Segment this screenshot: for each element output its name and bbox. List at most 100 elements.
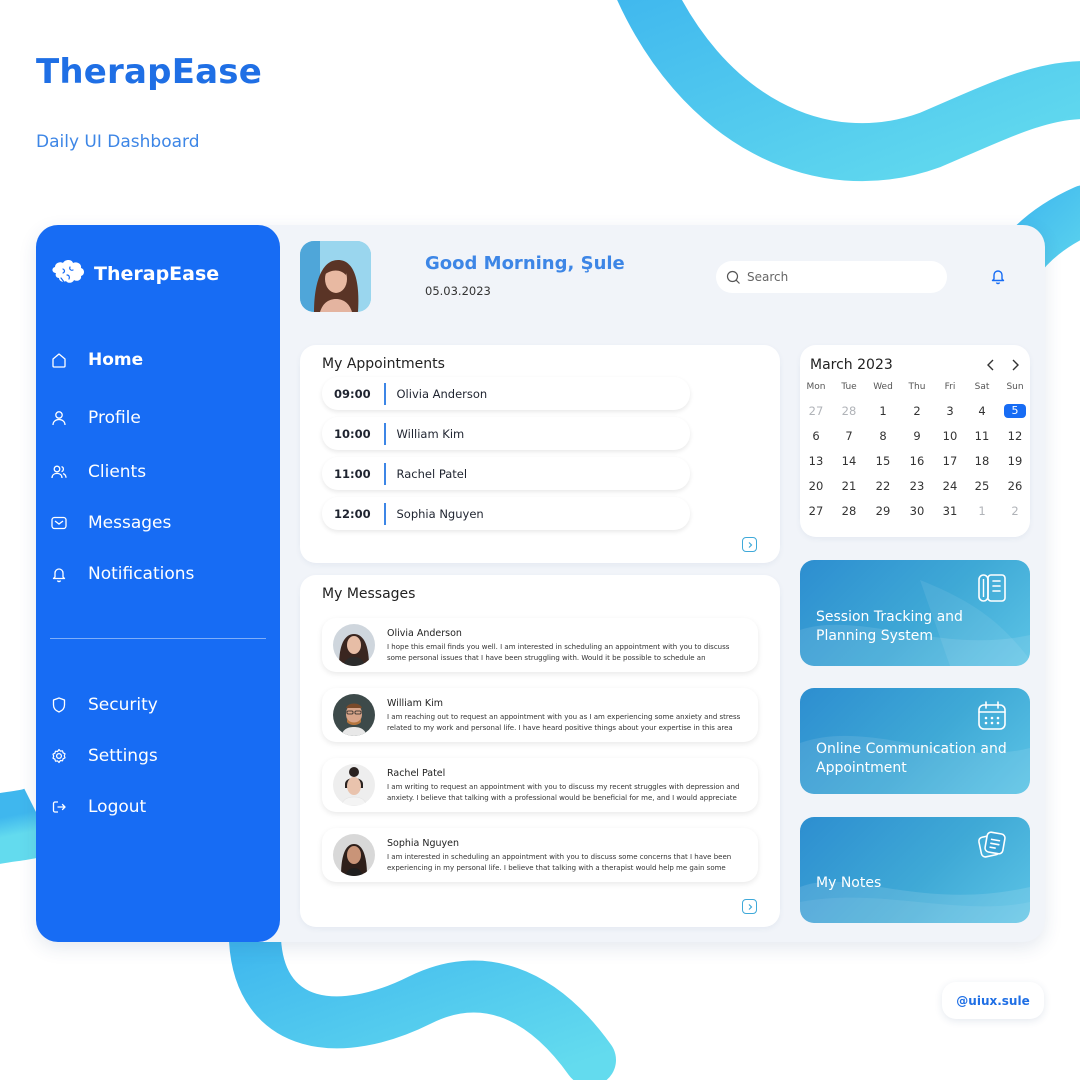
calendar-day[interactable]: 12: [1004, 429, 1026, 443]
appointments-card: My Appointments 09:00 Olivia Anderson 10…: [300, 345, 780, 563]
calendar-card: March 2023 Mon Tue Wed Thu Fri Sat Sun 27 28 1 2 3 4…: [800, 345, 1030, 537]
feature-label: Session Tracking and Planning System: [816, 609, 963, 644]
calendar-day[interactable]: 11: [971, 429, 993, 443]
greeting-title: Good Morning, Şule: [425, 253, 625, 274]
chevron-right-icon[interactable]: [1009, 358, 1021, 372]
calendar-day[interactable]: 6: [805, 429, 827, 443]
appointment-row[interactable]: 09:00 Olivia Anderson: [322, 377, 690, 410]
calendar-icon: [978, 701, 1006, 730]
calendar-day[interactable]: 19: [1004, 454, 1026, 468]
calendar-day[interactable]: 15: [872, 454, 894, 468]
calendar-day[interactable]: 18: [971, 454, 993, 468]
appointment-client: Sophia Nguyen: [396, 506, 484, 521]
calendar-weekday: Sat: [974, 382, 990, 392]
calendar-day[interactable]: 28: [838, 404, 860, 418]
appointment-row[interactable]: 10:00 William Kim: [322, 417, 690, 450]
calendar-day[interactable]: 7: [838, 429, 860, 443]
message-item[interactable]: Sophia Nguyen I am interested in schedul…: [322, 828, 758, 882]
calendar-day[interactable]: 2: [906, 404, 928, 418]
sidebar: TherapEase Home Profile Clients Messages…: [36, 225, 280, 942]
message-item[interactable]: William Kim I am reaching out to request…: [322, 688, 758, 742]
sidebar-item-notifications[interactable]: Notifications: [50, 564, 194, 584]
appointment-row[interactable]: 12:00 Sophia Nguyen: [322, 497, 690, 530]
sidebar-item-security[interactable]: Security: [50, 695, 158, 715]
sidebar-item-messages[interactable]: Messages: [50, 513, 171, 533]
message-preview: I hope this email finds you well. I am i…: [387, 643, 730, 662]
appointment-client: Rachel Patel: [396, 466, 468, 481]
calendar-day[interactable]: 14: [838, 454, 860, 468]
shield-icon: [52, 697, 66, 713]
sidebar-item-home[interactable]: Home: [50, 350, 143, 370]
calendar-day[interactable]: 13: [805, 454, 827, 468]
appointment-divider: [384, 422, 386, 445]
calendar-weekday: Fri: [944, 382, 956, 392]
messages-card: My Messages Olivia Anderson I hope this …: [300, 575, 780, 927]
appointment-divider: [384, 502, 386, 525]
calendar-day[interactable]: 27: [805, 504, 827, 518]
calendar-day[interactable]: 1: [971, 504, 993, 518]
calendar-day[interactable]: 24: [939, 479, 961, 493]
calendar-day[interactable]: 31: [939, 504, 961, 518]
sender-name: Rachel Patel: [387, 768, 446, 779]
author-credit[interactable]: @uiux.sule: [942, 982, 1044, 1019]
calendar-day[interactable]: 4: [971, 404, 993, 418]
chevron-right-icon: [748, 903, 752, 910]
sidebar-item-profile[interactable]: Profile: [50, 408, 141, 428]
calendar-day[interactable]: 27: [805, 404, 827, 418]
appointment-client: Olivia Anderson: [396, 386, 488, 401]
calendar-day-selected[interactable]: 5: [1004, 404, 1026, 418]
sidebar-item-settings[interactable]: Settings: [50, 746, 158, 766]
user-avatar[interactable]: [300, 241, 371, 312]
feature-card-online-communication[interactable]: Online Communication and Appointment: [800, 688, 1030, 794]
messages-more-button[interactable]: [742, 899, 757, 914]
appointments-more-button[interactable]: [742, 537, 757, 552]
search-icon: [726, 270, 740, 284]
sidebar-item-label: Clients: [88, 462, 147, 482]
calendar-weekday: Tue: [841, 382, 857, 392]
appointment-divider: [384, 382, 386, 405]
message-item[interactable]: Rachel Patel I am writing to request an …: [322, 758, 758, 812]
sidebar-item-label: Security: [88, 695, 158, 715]
sidebar-logo[interactable]: TherapEase: [50, 259, 219, 289]
calendar-day[interactable]: 25: [971, 479, 993, 493]
calendar-weekday: Thu: [908, 382, 926, 392]
chevron-left-icon[interactable]: [985, 358, 997, 372]
calendar-day[interactable]: 1: [872, 404, 894, 418]
calendar-day[interactable]: 10: [939, 429, 961, 443]
calendar-day[interactable]: 16: [906, 454, 928, 468]
feature-card-session-tracking[interactable]: Session Tracking and Planning System: [800, 560, 1030, 666]
sidebar-item-logout[interactable]: Logout: [50, 797, 146, 817]
sidebar-item-clients[interactable]: Clients: [50, 462, 146, 482]
brand-title: TherapEase: [36, 52, 262, 92]
calendar-day[interactable]: 26: [1004, 479, 1026, 493]
calendar-day[interactable]: 30: [906, 504, 928, 518]
message-preview: I am interested in scheduling an appoint…: [387, 853, 732, 872]
search-bar[interactable]: [716, 261, 947, 293]
appointment-divider: [384, 462, 386, 485]
calendar-day[interactable]: 21: [838, 479, 860, 493]
calendar-day[interactable]: 8: [872, 429, 894, 443]
notebook-icon: [978, 574, 1006, 602]
calendar-weekday: Mon: [806, 382, 826, 392]
chevron-right-icon: [748, 541, 752, 548]
calendar-day[interactable]: 17: [939, 454, 961, 468]
calendar-day[interactable]: 3: [939, 404, 961, 418]
notification-bell-icon[interactable]: [989, 267, 1007, 285]
appointment-row[interactable]: 11:00 Rachel Patel: [322, 457, 690, 490]
calendar-day[interactable]: 9: [906, 429, 928, 443]
search-input[interactable]: [747, 270, 927, 284]
calendar-day[interactable]: 28: [838, 504, 860, 518]
sender-name: Olivia Anderson: [387, 628, 462, 639]
feature-card-my-notes[interactable]: My Notes: [800, 817, 1030, 923]
sender-name: William Kim: [387, 698, 443, 709]
calendar-day[interactable]: 2: [1004, 504, 1026, 518]
calendar-day[interactable]: 29: [872, 504, 894, 518]
calendar-day[interactable]: 23: [906, 479, 928, 493]
appointment-client: William Kim: [396, 426, 465, 441]
calendar-day[interactable]: 22: [872, 479, 894, 493]
sidebar-logo-text: TherapEase: [94, 263, 220, 285]
calendar-day[interactable]: 20: [805, 479, 827, 493]
feature-label: My Notes: [816, 875, 882, 891]
calendar-weekday: Sun: [1006, 382, 1024, 392]
message-item[interactable]: Olivia Anderson I hope this email finds …: [322, 618, 758, 672]
